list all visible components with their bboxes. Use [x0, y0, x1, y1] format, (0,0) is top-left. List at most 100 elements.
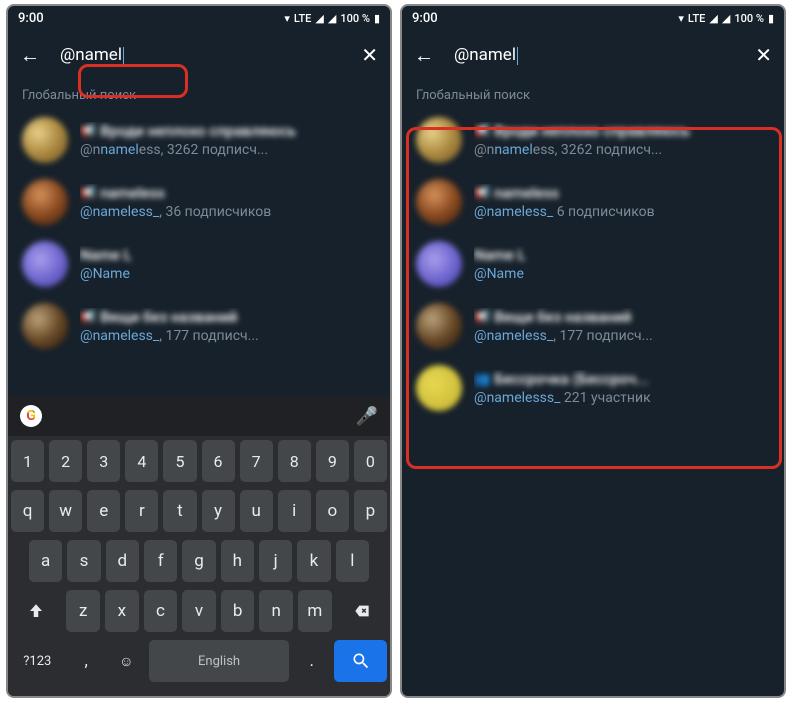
- signal-icon: ◢: [328, 12, 336, 25]
- phone-right: 9:00 ▾ LTE ◢ ◢ 100 % ▮ ← @namel ✕ Глобал…: [400, 4, 786, 698]
- key-z[interactable]: z: [66, 590, 100, 632]
- key-v[interactable]: v: [182, 590, 216, 632]
- key-h[interactable]: h: [221, 540, 254, 582]
- status-icons: ▾ LTE ◢ ◢ 100 % ▮: [284, 12, 380, 25]
- result-item[interactable]: 👥Бессрочка (Бессроч... @namelesss_ 221 у…: [402, 357, 784, 419]
- result-item[interactable]: 📢Вещи без названий @nameless_, 177 подпи…: [402, 295, 784, 357]
- result-item[interactable]: 📢Вроди неплохо справляюсь @nnameless, 32…: [402, 109, 784, 171]
- result-item[interactable]: 📢Вещи без названий @nameless_, 177 подпи…: [8, 295, 390, 357]
- key-b[interactable]: b: [221, 590, 255, 632]
- battery-icon: ▮: [374, 12, 380, 25]
- result-item[interactable]: Name L @Name: [8, 233, 390, 295]
- megaphone-icon: 📢: [80, 186, 96, 201]
- search-key[interactable]: [334, 640, 387, 682]
- key-n[interactable]: n: [259, 590, 293, 632]
- result-title: 📢Вроди неплохо справляюсь: [474, 122, 770, 140]
- search-text: @namel: [60, 45, 122, 65]
- key-c[interactable]: c: [144, 590, 178, 632]
- key-t[interactable]: t: [163, 490, 196, 532]
- key-5[interactable]: 5: [163, 440, 196, 482]
- key-a[interactable]: a: [29, 540, 62, 582]
- shift-key[interactable]: [11, 590, 61, 632]
- result-text: 📢nameless @nameless_ 6 подписчиков: [474, 184, 770, 220]
- google-icon[interactable]: G: [20, 405, 42, 427]
- signal-icon: ◢: [315, 12, 323, 25]
- result-text: 📢Вещи без названий @nameless_, 177 подпи…: [80, 308, 376, 344]
- clear-button[interactable]: ✕: [755, 43, 772, 67]
- key-f[interactable]: f: [144, 540, 177, 582]
- key-4[interactable]: 4: [125, 440, 158, 482]
- key-d[interactable]: d: [106, 540, 139, 582]
- battery-label: 100 %: [734, 12, 764, 25]
- key-8[interactable]: 8: [278, 440, 311, 482]
- result-item[interactable]: 📢Вроди неплохо справляюсь @nnameless, 32…: [8, 109, 390, 171]
- avatar: [416, 117, 462, 163]
- wifi-icon: ▾: [678, 12, 684, 25]
- result-text: 📢Вроди неплохо справляюсь @nnameless, 32…: [80, 122, 376, 158]
- key-1[interactable]: 1: [11, 440, 44, 482]
- key-i[interactable]: i: [278, 490, 311, 532]
- result-title: 📢Вещи без названий: [474, 308, 770, 326]
- kb-row-bottom: ?123 , ☺ English .: [11, 640, 387, 682]
- key-w[interactable]: w: [49, 490, 82, 532]
- space-key[interactable]: English: [149, 640, 289, 682]
- key-k[interactable]: k: [297, 540, 330, 582]
- key-m[interactable]: m: [298, 590, 332, 632]
- keyboard: G 🎤 1234567890 qwertyuiop asdfghjkl zxcv…: [8, 396, 390, 696]
- avatar: [416, 179, 462, 225]
- key-s[interactable]: s: [67, 540, 100, 582]
- megaphone-icon: 📢: [80, 124, 96, 139]
- key-u[interactable]: u: [240, 490, 273, 532]
- search-text: @namel: [454, 45, 516, 65]
- backspace-key[interactable]: [337, 590, 387, 632]
- avatar: [22, 241, 68, 287]
- key-l[interactable]: l: [336, 540, 369, 582]
- status-icons: ▾ LTE ◢ ◢ 100 % ▮: [678, 12, 774, 25]
- key-0[interactable]: 0: [354, 440, 387, 482]
- key-p[interactable]: p: [354, 490, 387, 532]
- key-x[interactable]: x: [105, 590, 139, 632]
- key-7[interactable]: 7: [240, 440, 273, 482]
- key-o[interactable]: o: [316, 490, 349, 532]
- key-6[interactable]: 6: [202, 440, 235, 482]
- section-global-search: Глобальный поиск: [8, 80, 390, 109]
- key-q[interactable]: q: [11, 490, 44, 532]
- status-bar: 9:00 ▾ LTE ◢ ◢ 100 % ▮: [402, 6, 784, 30]
- key-g[interactable]: g: [182, 540, 215, 582]
- search-input[interactable]: @namel: [60, 45, 341, 65]
- kb-row-3: zxcvbnm: [11, 590, 387, 632]
- result-subtitle: @nameless_, 177 подписч...: [474, 328, 770, 344]
- result-item[interactable]: 📢nameless @nameless_, 36 подписчиков: [8, 171, 390, 233]
- key-r[interactable]: r: [125, 490, 158, 532]
- result-title: Name L: [474, 246, 770, 264]
- key-9[interactable]: 9: [316, 440, 349, 482]
- avatar: [416, 365, 462, 411]
- result-item[interactable]: Name L @Name: [402, 233, 784, 295]
- result-item[interactable]: 📢nameless @nameless_ 6 подписчиков: [402, 171, 784, 233]
- emoji-key[interactable]: ☺: [109, 640, 144, 682]
- result-text: 👥Бессрочка (Бессроч... @namelesss_ 221 у…: [474, 370, 770, 406]
- key-3[interactable]: 3: [87, 440, 120, 482]
- comma-key[interactable]: ,: [69, 640, 104, 682]
- back-button[interactable]: ←: [414, 43, 434, 68]
- megaphone-icon: 📢: [80, 310, 96, 325]
- signal-icon: ◢: [722, 12, 730, 25]
- key-e[interactable]: e: [87, 490, 120, 532]
- avatar: [22, 179, 68, 225]
- result-text: Name L @Name: [80, 246, 376, 282]
- result-text: 📢nameless @nameless_, 36 подписчиков: [80, 184, 376, 220]
- key-j[interactable]: j: [259, 540, 292, 582]
- result-subtitle: @nnameless, 3262 подписч...: [474, 142, 770, 158]
- back-button[interactable]: ←: [20, 43, 40, 68]
- phone-left: 9:00 ▾ LTE ◢ ◢ 100 % ▮ ← @namel ✕ Глобал…: [6, 4, 392, 698]
- result-title: 👥Бессрочка (Бессроч...: [474, 370, 770, 388]
- avatar: [22, 117, 68, 163]
- clear-button[interactable]: ✕: [361, 43, 378, 67]
- symbols-key[interactable]: ?123: [11, 640, 64, 682]
- period-key[interactable]: .: [294, 640, 329, 682]
- key-y[interactable]: y: [202, 490, 235, 532]
- result-text: Name L @Name: [474, 246, 770, 282]
- mic-icon[interactable]: 🎤: [356, 406, 378, 427]
- search-input[interactable]: @namel: [454, 45, 735, 65]
- key-2[interactable]: 2: [49, 440, 82, 482]
